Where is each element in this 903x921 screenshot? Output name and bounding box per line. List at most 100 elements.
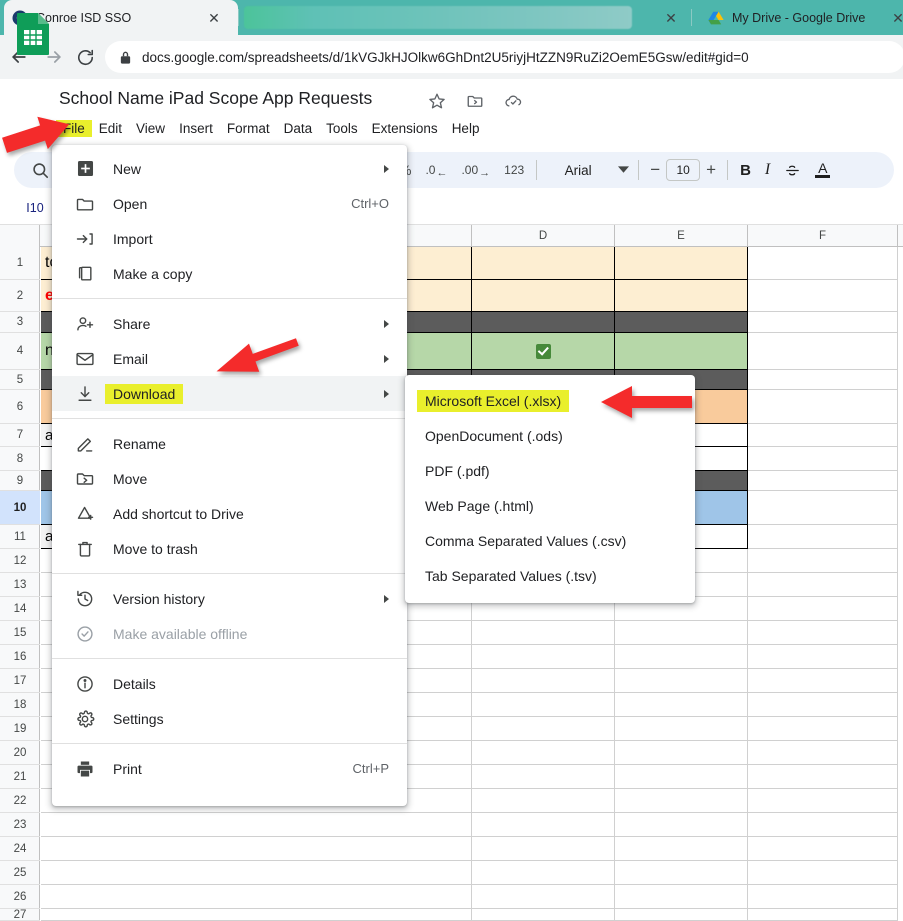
row-header-21[interactable]: 21: [0, 765, 40, 789]
bold-button[interactable]: B: [733, 156, 758, 184]
grid-cell[interactable]: [748, 312, 898, 333]
menu-item-help[interactable]: Help: [445, 120, 487, 137]
grid-cell[interactable]: [748, 717, 898, 741]
row-header-8[interactable]: 8: [0, 447, 40, 471]
row-header-23[interactable]: 23: [0, 813, 40, 837]
download-option-web-page-html[interactable]: Web Page (.html): [405, 488, 695, 523]
grid-cell[interactable]: [748, 693, 898, 717]
menu-item-make-a-copy[interactable]: Make a copy: [52, 256, 407, 291]
grid-cell[interactable]: [748, 789, 898, 813]
grid-cell[interactable]: [615, 861, 748, 885]
row-header-13[interactable]: 13: [0, 573, 40, 597]
decrease-font-size-button[interactable]: −: [644, 156, 666, 184]
grid-cell[interactable]: [748, 491, 898, 525]
grid-cell[interactable]: [615, 765, 748, 789]
grid-cell[interactable]: [748, 885, 898, 909]
grid-cell[interactable]: [615, 789, 748, 813]
cloud-saved-icon[interactable]: [504, 92, 522, 110]
grid-cell[interactable]: [472, 909, 615, 921]
row-header-19[interactable]: 19: [0, 717, 40, 741]
page-title[interactable]: School Name iPad Scope App Requests: [59, 88, 372, 109]
menu-item-details[interactable]: Details: [52, 666, 407, 701]
move-to-folder-icon[interactable]: [466, 92, 484, 110]
menu-item-edit[interactable]: Edit: [92, 120, 129, 137]
download-option-comma-separated-values-csv[interactable]: Comma Separated Values (.csv): [405, 523, 695, 558]
grid-cell[interactable]: [748, 549, 898, 573]
grid-cell[interactable]: [748, 573, 898, 597]
grid-cell[interactable]: [472, 312, 615, 333]
menu-item-tools[interactable]: Tools: [319, 120, 365, 137]
grid-cell[interactable]: [472, 765, 615, 789]
grid-cell[interactable]: [615, 621, 748, 645]
browser-tab-close-1[interactable]: ✕: [662, 9, 680, 27]
grid-cell[interactable]: [748, 669, 898, 693]
row-header-11[interactable]: 11: [0, 525, 40, 549]
grid-cell[interactable]: [41, 837, 472, 861]
row-header-7[interactable]: 7: [0, 424, 40, 447]
grid-cell[interactable]: [615, 837, 748, 861]
grid-cell[interactable]: [472, 741, 615, 765]
row-header-12[interactable]: 12: [0, 549, 40, 573]
row-header-16[interactable]: 16: [0, 645, 40, 669]
grid-cell[interactable]: [615, 909, 748, 921]
font-name-select[interactable]: Arial: [542, 156, 614, 184]
increase-decimal-button[interactable]: .00 →: [454, 156, 497, 184]
row-header-10[interactable]: 10: [0, 491, 40, 525]
grid-cell[interactable]: [748, 447, 898, 471]
row-header-17[interactable]: 17: [0, 669, 40, 693]
grid-cell[interactable]: [748, 471, 898, 491]
grid-cell[interactable]: [748, 333, 898, 370]
menu-item-data[interactable]: Data: [277, 120, 320, 137]
grid-cell[interactable]: [748, 861, 898, 885]
row-header-9[interactable]: 9: [0, 471, 40, 491]
grid-cell[interactable]: [615, 333, 748, 370]
menu-item-settings[interactable]: Settings: [52, 701, 407, 736]
grid-cell[interactable]: [472, 813, 615, 837]
menu-item-move-to-trash[interactable]: Move to trash: [52, 531, 407, 566]
text-color-button[interactable]: A: [808, 156, 837, 184]
grid-cell[interactable]: [615, 312, 748, 333]
download-option-pdf-pdf[interactable]: PDF (.pdf): [405, 453, 695, 488]
browser-tab-1[interactable]: [244, 0, 654, 35]
menu-item-extensions[interactable]: Extensions: [365, 120, 445, 137]
column-header-E[interactable]: E: [615, 225, 748, 247]
grid-cell[interactable]: [748, 765, 898, 789]
reload-icon[interactable]: [72, 44, 98, 70]
menu-item-move[interactable]: Move: [52, 461, 407, 496]
row-header-27[interactable]: 27: [0, 909, 40, 921]
grid-cell[interactable]: [472, 789, 615, 813]
row-header-15[interactable]: 15: [0, 621, 40, 645]
google-sheets-icon[interactable]: [16, 12, 50, 56]
grid-cell[interactable]: [472, 669, 615, 693]
menu-item-open[interactable]: OpenCtrl+O: [52, 186, 407, 221]
grid-cell[interactable]: [615, 247, 748, 280]
row-header-14[interactable]: 14: [0, 597, 40, 621]
grid-cell[interactable]: [748, 909, 898, 921]
row-header-4[interactable]: 4: [0, 333, 40, 370]
menu-item-insert[interactable]: Insert: [172, 120, 220, 137]
grid-cell[interactable]: [615, 645, 748, 669]
address-bar[interactable]: docs.google.com/spreadsheets/d/1kVGJkHJO…: [105, 41, 903, 73]
download-option-tab-separated-values-tsv[interactable]: Tab Separated Values (.tsv): [405, 558, 695, 593]
grid-cell[interactable]: [748, 741, 898, 765]
row-header-26[interactable]: 26: [0, 885, 40, 909]
browser-tab-close-0[interactable]: ✕: [205, 9, 223, 27]
browser-tab-2[interactable]: My Drive - Google Drive: [700, 0, 890, 35]
grid-cell[interactable]: [615, 693, 748, 717]
menu-item-format[interactable]: Format: [220, 120, 277, 137]
grid-cell[interactable]: [472, 693, 615, 717]
grid-cell[interactable]: [748, 525, 898, 549]
grid-cell[interactable]: [615, 280, 748, 312]
browser-tab-close-2[interactable]: ✕: [889, 9, 903, 27]
menu-item-version-history[interactable]: Version history: [52, 581, 407, 616]
grid-cell[interactable]: [748, 597, 898, 621]
row-header-2[interactable]: 2: [0, 280, 40, 312]
decrease-decimal-button[interactable]: .0 ←: [418, 156, 454, 184]
grid-cell[interactable]: [748, 645, 898, 669]
menu-item-new[interactable]: New: [52, 151, 407, 186]
menu-item-print[interactable]: PrintCtrl+P: [52, 751, 407, 786]
italic-button[interactable]: I: [758, 156, 777, 184]
menu-item-import[interactable]: Import: [52, 221, 407, 256]
grid-cell[interactable]: [472, 280, 615, 312]
row-header-1[interactable]: 1: [0, 247, 40, 280]
